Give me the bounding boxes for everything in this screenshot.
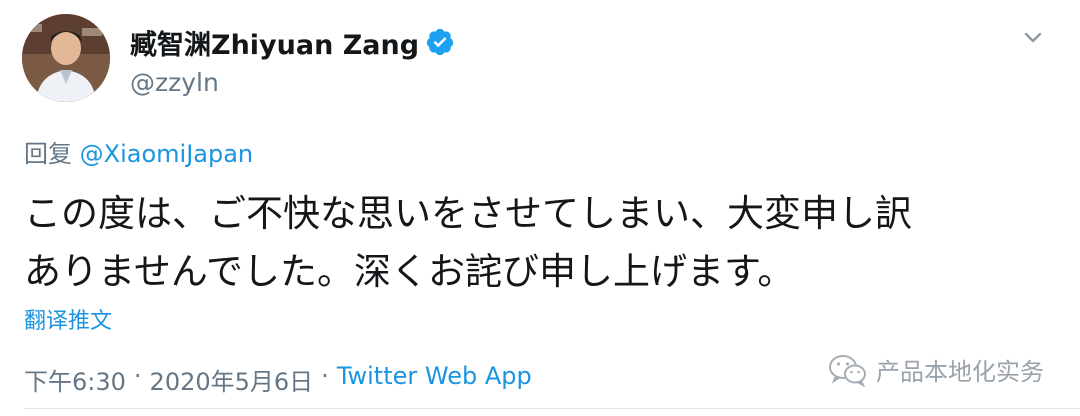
divider	[24, 408, 1080, 409]
translate-tweet-link[interactable]: 翻译推文	[24, 303, 112, 335]
watermark-text: 产品本地化实务	[876, 358, 1044, 386]
reply-context: 回复 @XiaomiJapan	[24, 134, 253, 169]
tweet-text-line: ありませんでした。深くお詫び申し上げます。	[24, 250, 795, 293]
source-app-link[interactable]: Twitter Web App	[337, 362, 532, 397]
reply-mention-link[interactable]: @XiaomiJapan	[80, 140, 253, 168]
avatar-image	[22, 14, 110, 102]
author-block: 臧智渊Zhiyuan Zang @zzyln	[130, 24, 455, 97]
tweet-date[interactable]: 2020年5月6日	[150, 362, 314, 397]
reply-prefix: 回复	[24, 140, 72, 168]
tweet-text: この度は、ご不快な思いをさせてしまい、大変申し訳 ありませんでした。深くお詫び申…	[24, 185, 1044, 301]
verified-badge-icon	[425, 27, 455, 57]
display-name[interactable]: 臧智渊Zhiyuan Zang	[130, 23, 419, 62]
tweet-time[interactable]: 下午6:30	[24, 362, 126, 397]
handle[interactable]: @zzyln	[130, 68, 455, 97]
tweet-text-line: この度は、ご不快な思いをさせてしまい、大変申し訳	[24, 192, 912, 235]
watermark: 产品本地化实务	[828, 352, 1044, 387]
tweet-meta: 下午6:30 · 2020年5月6日 · Twitter Web App	[24, 362, 532, 397]
meta-separator: ·	[133, 362, 142, 390]
name-row: 臧智渊Zhiyuan Zang	[130, 23, 455, 62]
chevron-down-icon[interactable]	[1022, 26, 1044, 48]
avatar[interactable]	[22, 14, 110, 102]
tweet-card: 臧智渊Zhiyuan Zang @zzyln 回复 @XiaomiJapan こ…	[0, 0, 1080, 416]
wechat-icon	[828, 353, 868, 387]
meta-separator: ·	[321, 362, 329, 390]
